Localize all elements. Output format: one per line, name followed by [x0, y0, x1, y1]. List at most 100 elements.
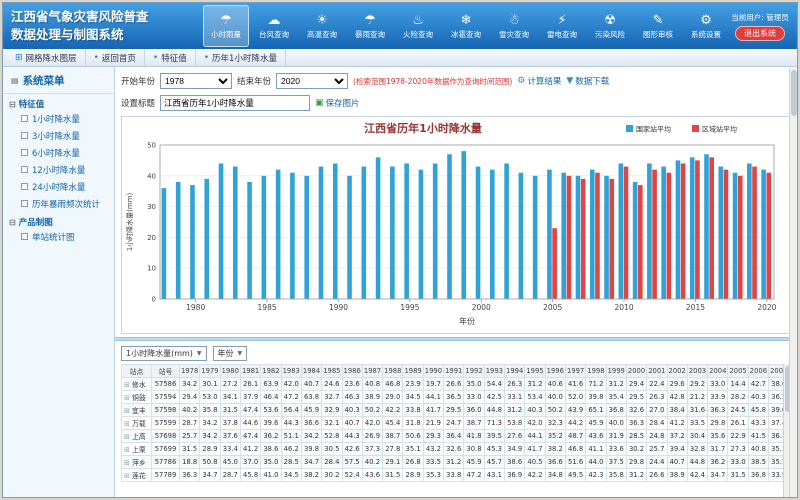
table-row[interactable]: ⊞ 莲花5778936.334.728.745.841.034.538.230.… — [122, 469, 789, 482]
expand-icon[interactable]: ⊞ — [124, 394, 130, 402]
calc-result-button[interactable]: ⚙ 计算结果 — [517, 75, 561, 87]
logout-button[interactable]: 退出系统 — [735, 26, 785, 41]
value-cell: 34.7 — [301, 456, 321, 469]
toolbar-item-10[interactable]: ✎图形审核 — [635, 5, 681, 47]
value-cell: 50.2 — [362, 404, 382, 417]
value-cell: 40.0 — [606, 417, 626, 430]
chart-title-input[interactable] — [160, 95, 310, 111]
save-image-button[interactable]: ▣ 保存图片 — [315, 97, 360, 109]
toolbar-item-6[interactable]: ❄冰雹查询 — [443, 5, 489, 47]
value-cell: 33.8 — [403, 404, 423, 417]
splitter-bar[interactable] — [115, 337, 797, 341]
value-cell: 40.3 — [342, 404, 362, 417]
sidebar-item-3小时降水量[interactable]: 3小时降水量 — [3, 127, 114, 144]
value-cell: 39.4 — [667, 443, 687, 456]
toolbar-item-3[interactable]: ☀高温查询 — [299, 5, 345, 47]
table-row[interactable]: ⊞ 宜丰5759840.235.831.547.453.656.445.932.… — [122, 404, 789, 417]
value-cell: 28.5 — [281, 456, 301, 469]
col-header-year: 1995 — [525, 365, 545, 378]
tab-item-2[interactable]: •返回首页 — [86, 49, 145, 66]
svg-text:2010: 2010 — [615, 303, 634, 312]
expand-icon[interactable]: ⊞ — [124, 381, 130, 389]
value-cell: 53.6 — [261, 404, 281, 417]
value-cell: 29.4 — [180, 391, 200, 404]
value-cell: 42.5 — [484, 391, 504, 404]
table-row[interactable]: ⊞ 萍乡5778618.850.845.037.035.028.534.728.… — [122, 456, 789, 469]
sidebar-item-24小时降水量[interactable]: 24小时降水量 — [3, 178, 114, 195]
page-scrollbar[interactable] — [789, 68, 797, 498]
table-row[interactable]: ⊞ 铜鼓5759429.453.034.137.946.447.263.832.… — [122, 391, 789, 404]
toolbar-item-1[interactable]: ☂小时雨量 — [203, 5, 249, 47]
checkbox-icon[interactable] — [21, 149, 28, 156]
sidebar-item-1小时降水量[interactable]: 1小时降水量 — [3, 110, 114, 127]
data-table-wrapper: 站点站号197819791980198119821983198419851986… — [121, 364, 791, 498]
value-cell: 45.7 — [484, 456, 504, 469]
expand-icon[interactable]: ⊞ — [124, 446, 130, 454]
value-cell: 27.3 — [728, 443, 748, 456]
element-filter[interactable]: 1小时降水量(mm) ▼ — [121, 346, 207, 361]
sidebar-group-1[interactable]: ⊟特征值 — [3, 94, 114, 110]
start-year-select[interactable]: 1978 — [160, 73, 232, 89]
sidebar-item-label: 6小时降水量 — [32, 147, 80, 159]
value-cell: 39.6 — [261, 417, 281, 430]
value-cell: 35.3 — [423, 469, 443, 482]
value-cell: 31.5 — [728, 469, 748, 482]
expand-icon[interactable]: ⊞ — [124, 407, 130, 415]
tab-item-1[interactable]: ⊞网格降水图层 — [7, 49, 86, 66]
value-cell: 33.5 — [423, 456, 443, 469]
value-cell: 39.8 — [586, 391, 606, 404]
tab-icon: • — [94, 53, 99, 63]
value-cell: 27.2 — [220, 378, 240, 391]
expand-icon[interactable]: ⊞ — [124, 472, 130, 480]
value-cell: 26.3 — [647, 391, 667, 404]
value-cell: 36.0 — [464, 404, 484, 417]
checkbox-icon[interactable] — [21, 200, 28, 207]
image-icon: ▣ — [315, 98, 324, 108]
toolbar-item-8[interactable]: ⚡雷电查询 — [539, 5, 585, 47]
toolbar-item-11[interactable]: ⚙系统设置 — [683, 5, 729, 47]
toolbar-item-4[interactable]: ☂暴雨查询 — [347, 5, 393, 47]
sidebar-item-12小时降水量[interactable]: 12小时降水量 — [3, 161, 114, 178]
checkbox-icon[interactable] — [21, 132, 28, 139]
toolbar-item-2[interactable]: ☁台风查询 — [251, 5, 297, 47]
chevron-down-icon: ▼ — [238, 350, 243, 357]
end-year-select[interactable]: 2020 — [276, 73, 348, 89]
sidebar-item-单站统计图[interactable]: 单站统计图 — [3, 228, 114, 245]
sidebar-item-6小时降水量[interactable]: 6小时降水量 — [3, 144, 114, 161]
expand-icon[interactable]: ⊞ — [124, 459, 130, 467]
value-cell: 50.8 — [200, 456, 220, 469]
value-cell: 36.3 — [708, 404, 728, 417]
toolbar-item-5[interactable]: ♨火险查询 — [395, 5, 441, 47]
year-filter[interactable]: 年份 ▼ — [213, 346, 248, 361]
checkbox-icon[interactable] — [21, 115, 28, 122]
value-cell: 29.6 — [667, 378, 687, 391]
sidebar-item-历年暴雨频次统计[interactable]: 历年暴雨频次统计 — [3, 195, 114, 212]
data-download-button[interactable]: ▼ 数据下载 — [566, 75, 609, 87]
checkbox-icon[interactable] — [21, 183, 28, 190]
value-cell: 34.2 — [200, 430, 220, 443]
table-row[interactable]: ⊞ 万载5759928.734.237.844.639.644.336.632.… — [122, 417, 789, 430]
checkbox-icon[interactable] — [21, 233, 28, 240]
table-row[interactable]: ⊞ 上栗5769931.528.933.441.238.646.239.830.… — [122, 443, 789, 456]
chart-svg: 0102030405019801985199019952000200520102… — [122, 117, 784, 329]
value-cell: 34.5 — [403, 391, 423, 404]
tab-item-4[interactable]: •历年1小时降水量 — [196, 49, 286, 66]
station-name-cell: ⊞ 修水 — [122, 378, 152, 391]
toolbar-item-label: 暴雨查询 — [355, 29, 385, 40]
checkbox-icon[interactable] — [21, 166, 28, 173]
toolbar-item-9[interactable]: ☢污染风险 — [587, 5, 633, 47]
expand-icon[interactable]: ⊞ — [124, 433, 130, 441]
value-cell: 36.9 — [505, 469, 525, 482]
collapse-icon[interactable]: ⊟ — [9, 218, 16, 227]
main-content: 开始年份 1978 结束年份 2020 (检索范围1978-2020年数据作为查… — [115, 67, 797, 498]
collapse-icon[interactable]: ⊟ — [9, 100, 16, 109]
svg-text:区域站平均: 区域站平均 — [702, 125, 737, 134]
tab-item-3[interactable]: •特征值 — [145, 49, 196, 66]
expand-icon[interactable]: ⊞ — [124, 420, 130, 428]
table-row[interactable]: ⊞ 上高5769825.734.237.647.436.251.134.252.… — [122, 430, 789, 443]
sidebar-group-2[interactable]: ⊟产品制图 — [3, 212, 114, 228]
col-header-year: 1997 — [565, 365, 585, 378]
value-cell: 26.8 — [403, 456, 423, 469]
toolbar-item-7[interactable]: ☃雪灾查询 — [491, 5, 537, 47]
table-row[interactable]: ⊞ 修水5758634.230.127.226.163.942.040.724.… — [122, 378, 789, 391]
